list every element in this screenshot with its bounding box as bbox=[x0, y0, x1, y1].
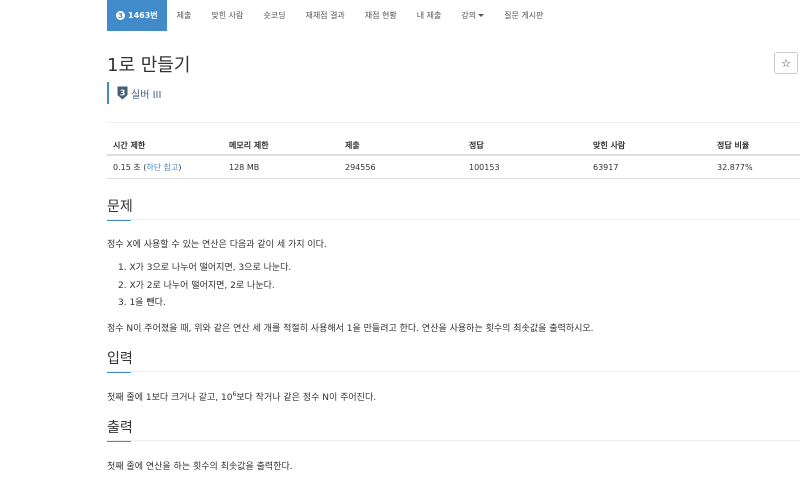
input-text-after: 보다 작거나 같은 정수 N이 주어진다. bbox=[236, 393, 377, 403]
tier-label: 실버 III bbox=[131, 89, 162, 101]
chevron-down-icon bbox=[478, 14, 485, 17]
input-heading-text: 입력 bbox=[107, 351, 133, 367]
header-ratio: 정답 비율 bbox=[711, 136, 800, 156]
tier-shield-number: 3 bbox=[120, 89, 126, 98]
tab-rejudge-results[interactable]: 재채점 결과 bbox=[295, 0, 354, 31]
description-task: 정수 N이 주어졌을 때, 위와 같은 연산 세 개를 적절히 사용해서 1을 … bbox=[107, 324, 594, 334]
table-row: 0.15 초 (하단 참고) 128 MB 294556 100153 6391… bbox=[107, 155, 800, 179]
input-description: 첫째 줄에 1보다 크거나 같고, 106보다 작거나 같은 정수 N이 주어진… bbox=[107, 390, 377, 404]
tab-lectures[interactable]: 강의 bbox=[451, 0, 494, 31]
section-divider bbox=[107, 371, 800, 372]
section-divider bbox=[107, 219, 800, 220]
input-heading: 입력 bbox=[107, 348, 133, 373]
tier-shield-icon: 3 bbox=[117, 86, 128, 100]
header-accepted: 정답 bbox=[463, 136, 587, 156]
section-divider bbox=[107, 440, 800, 441]
tier-indicator: 3 실버 III bbox=[107, 82, 161, 104]
tab-status[interactable]: 채점 현황 bbox=[355, 0, 407, 31]
tab-my-submissions[interactable]: 내 제출 bbox=[407, 0, 452, 31]
list-item: 3. 1을 뺀다. bbox=[118, 298, 166, 308]
table-header-row: 시간 제한 메모리 제한 제출 정답 맞힌 사람 정답 비율 bbox=[107, 136, 800, 156]
problem-nav-tabs: 3 1463번 제출 맞힌 사람 숏코딩 재채점 결과 채점 현황 내 제출 강… bbox=[107, 0, 553, 31]
time-limit-cell: 0.15 초 (하단 참고) bbox=[107, 155, 223, 179]
tier-badge-icon: 3 bbox=[116, 11, 125, 20]
divider bbox=[107, 122, 800, 123]
problem-page: 3 1463번 제출 맞힌 사람 숏코딩 재채점 결과 채점 현황 내 제출 강… bbox=[0, 0, 800, 482]
description-heading: 문제 bbox=[107, 196, 133, 221]
output-heading-text: 출력 bbox=[107, 420, 133, 436]
header-submissions: 제출 bbox=[339, 136, 463, 156]
time-limit-value: 0.15 초 bbox=[113, 162, 141, 172]
problem-title: 1로 만들기 bbox=[107, 55, 191, 76]
list-item: 1. X가 3으로 나누어 떨어지면, 3으로 나눈다. bbox=[118, 263, 292, 273]
header-time-limit: 시간 제한 bbox=[107, 136, 223, 156]
output-heading: 출력 bbox=[107, 417, 133, 442]
tab-solvers[interactable]: 맞힌 사람 bbox=[201, 0, 253, 31]
star-icon: ☆ bbox=[781, 56, 791, 70]
accepted-cell: 100153 bbox=[463, 155, 587, 179]
tab-short-coding[interactable]: 숏코딩 bbox=[253, 0, 295, 31]
output-description: 첫째 줄에 연산을 하는 횟수의 최솟값을 출력한다. bbox=[107, 462, 293, 472]
tab-lectures-label: 강의 bbox=[461, 11, 477, 20]
time-note-link[interactable]: 하단 참고 bbox=[146, 163, 178, 172]
header-solvers: 맞힌 사람 bbox=[587, 136, 711, 156]
tab-problem-label: 1463번 bbox=[128, 11, 158, 20]
description-intro: 정수 X에 사용할 수 있는 연산은 다음과 같이 세 가지 이다. bbox=[107, 240, 327, 250]
memory-limit-cell: 128 MB bbox=[223, 155, 339, 179]
ratio-cell: 32.877% bbox=[711, 155, 800, 179]
tab-problem[interactable]: 3 1463번 bbox=[107, 0, 167, 31]
operation-text: X가 3으로 나누어 떨어지면, 3으로 나눈다. bbox=[129, 263, 292, 273]
problem-info-table: 시간 제한 메모리 제한 제출 정답 맞힌 사람 정답 비율 0.15 초 (하… bbox=[107, 136, 800, 179]
submissions-cell: 294556 bbox=[339, 155, 463, 179]
operations-list: 1. X가 3으로 나누어 떨어지면, 3으로 나눈다. 2. X가 2로 나누… bbox=[118, 262, 291, 315]
operation-text: X가 2로 나누어 떨어지면, 2로 나눈다. bbox=[129, 280, 275, 291]
list-item: 2. X가 2로 나누어 떨어지면, 2로 나눈다. bbox=[118, 280, 275, 291]
input-text-before: 첫째 줄에 1보다 크거나 같고, 10 bbox=[107, 393, 233, 403]
header-memory-limit: 메모리 제한 bbox=[223, 136, 339, 156]
solvers-cell: 63917 bbox=[587, 155, 711, 179]
description-heading-text: 문제 bbox=[107, 199, 133, 215]
operation-text: 1을 뺀다. bbox=[129, 298, 166, 308]
tab-submit[interactable]: 제출 bbox=[167, 0, 202, 31]
favorite-star-button[interactable]: ☆ bbox=[774, 52, 798, 74]
tab-question-board[interactable]: 질문 게시판 bbox=[494, 0, 553, 31]
